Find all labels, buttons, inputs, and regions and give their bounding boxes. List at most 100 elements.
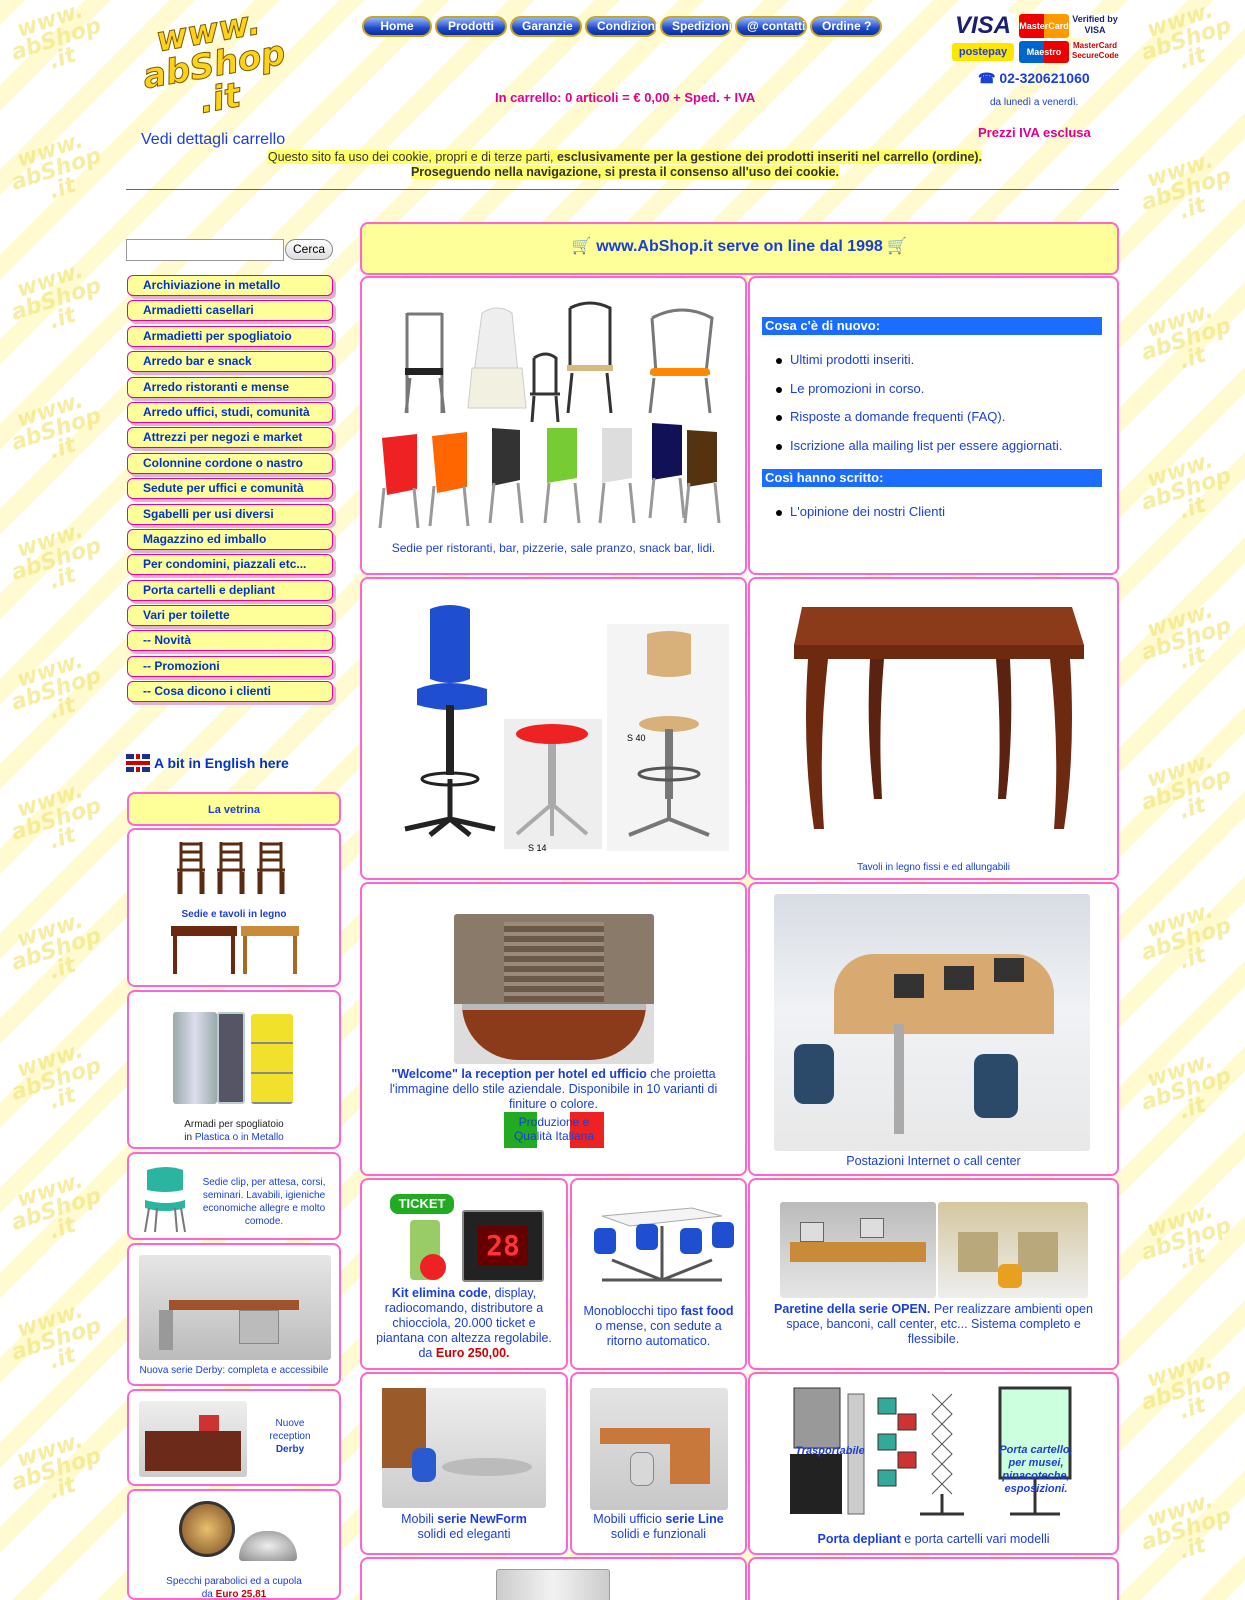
product-depliant-holders[interactable]: Trasportabile Porta cartello, per musei,…: [748, 1372, 1119, 1555]
nav-prodotti-button[interactable]: Prodotti: [435, 16, 507, 37]
locker-open-image: [217, 1012, 245, 1104]
nav-ordine-button[interactable]: Ordine ?: [810, 16, 882, 37]
cabinet-image: [496, 1569, 610, 1600]
cookie-consent-text: Proseguendo nella navigazione, si presta…: [410, 165, 840, 179]
background-watermark: www. abShop .it: [8, 1428, 105, 1505]
menu-item-toilette[interactable]: Vari per toilette: [127, 605, 333, 627]
cookie-text-bold: esclusivamente per la gestione dei prodo…: [556, 150, 983, 164]
product-stools[interactable]: S 40 S 14: [360, 577, 747, 880]
ticket-kit-description: Kit elimina code, display, radiocomando,…: [376, 1286, 552, 1360]
open-series-image-1: [780, 1202, 936, 1298]
cart-details-link[interactable]: Vedi dettagli carrello: [141, 131, 285, 149]
product-chairs[interactable]: Sedie per ristoranti, bar, pizzerie, sal…: [360, 276, 747, 575]
news-link-latest[interactable]: Ultimi prodotti inseriti.: [775, 352, 914, 367]
banner-text: 🛒 www.AbShop.it serve on line dal 1998 🛒: [362, 236, 1117, 258]
menu-item-arredo-bar[interactable]: Arredo bar e snack: [127, 351, 333, 373]
menu-item-condomini[interactable]: Per condomini, piazzali etc...: [127, 554, 333, 576]
newform-office-image: [382, 1388, 546, 1508]
menu-item-promozioni[interactable]: -- Promozioni: [127, 655, 333, 677]
menu-item-sgabelli[interactable]: Sgabelli per usi diversi: [127, 503, 333, 525]
welcome-description: "Welcome" la reception per hotel ed uffi…: [389, 1067, 718, 1111]
menu-item-novita[interactable]: -- Novità: [127, 630, 333, 652]
testimonials-link[interactable]: L'opinione dei nostri Clienti: [776, 504, 945, 519]
menu-item-colonnine[interactable]: Colonnine cordone o nastro: [127, 452, 333, 474]
background-watermark: www. abShop .it: [8, 1168, 105, 1245]
vetrina-reception[interactable]: Nuove reception Derby: [127, 1389, 341, 1486]
shopping-cart-icon: 🛒: [882, 238, 908, 255]
product-fast-food[interactable]: Monoblocchi tipo fast food o mense, con …: [570, 1178, 747, 1370]
fast-food-description: Monoblocchi tipo fast food o mense, con …: [583, 1304, 734, 1348]
parabolic-mirror-image: [179, 1501, 235, 1557]
background-watermark: www. abShop .it: [1138, 1348, 1235, 1425]
vetrina-lockers[interactable]: Armadi per spogliatoio in Plastica o in …: [127, 990, 341, 1149]
product-line-series[interactable]: Mobili ufficio serie Line solidi e funzio…: [570, 1372, 747, 1555]
vetrina-lockers-material: in Plastica o in Metallo: [184, 1132, 284, 1143]
call-center-image: [774, 894, 1090, 1151]
menu-item-clienti[interactable]: -- Cosa dicono i clienti: [127, 681, 333, 703]
news-panel: Cosa c'è di nuovo: Ultimi prodotti inser…: [748, 276, 1119, 575]
product-open-partitions[interactable]: Paretine della serie OPEN. Per realizzar…: [748, 1178, 1119, 1370]
depliant-description: Porta depliant e porta cartelli vari mod…: [817, 1532, 1050, 1546]
nav-garanzie-button[interactable]: Garanzie: [510, 16, 582, 37]
vetrina-derby[interactable]: Nuova serie Derby: completa e accessibil…: [127, 1243, 341, 1386]
search-input[interactable]: [126, 239, 284, 261]
phone-contact[interactable]: ☎ 02-320621060: [978, 70, 1090, 87]
open-series-image-2: [938, 1202, 1088, 1298]
line-series-description: Mobili ufficio serie Line solidi e funzio…: [593, 1512, 724, 1541]
background-watermark: www. abShop .it: [1138, 0, 1235, 75]
product-tables[interactable]: Tavoli in legno fissi e ed allungabili: [748, 577, 1119, 880]
stool-label-s14: S 14: [528, 843, 547, 853]
fast-food-table-image: [594, 1207, 734, 1282]
product-ticket-kit[interactable]: TICKET 28 Kit elimina code, display, rad…: [360, 1178, 568, 1370]
nav-home-button[interactable]: Home: [362, 16, 432, 37]
made-in-italy-badge: Produzione e Qualità Italiana: [504, 1112, 604, 1148]
vetrina-clip-chairs[interactable]: Sedie clip, per attesa, corsi, seminari.…: [127, 1152, 341, 1240]
menu-item-armadietti-spogliatoio[interactable]: Armadietti per spogliatoio: [127, 325, 333, 347]
payment-cards: VISA postepay MasterCard Maestro Verifie…: [950, 12, 1120, 64]
search-button[interactable]: Cerca: [285, 239, 333, 260]
background-watermark: www. abShop .it: [1138, 448, 1235, 525]
site-logo[interactable]: www. abShop .it: [131, 2, 298, 138]
menu-item-sedute-uffici[interactable]: Sedute per uffici e comunità: [127, 478, 333, 500]
product-welcome-reception[interactable]: "Welcome" la reception per hotel ed uffi…: [360, 882, 747, 1176]
nav-contatti-button[interactable]: @ contatti: [735, 16, 807, 37]
background-watermark: www. abShop .it: [8, 388, 105, 465]
news-link-promotions[interactable]: Le promozioni in corso.: [775, 381, 924, 396]
verified-by-visa-logo: Verified by VISA: [1072, 14, 1118, 38]
menu-item-magazzino[interactable]: Magazzino ed imballo: [127, 528, 333, 550]
background-watermark: www. abShop .it: [1138, 748, 1235, 825]
news-link-faq[interactable]: Risposte a domande frequenti (FAQ).: [775, 409, 1005, 424]
line-series-office-image: [590, 1388, 728, 1510]
product-next-right[interactable]: [748, 1557, 1119, 1600]
menu-item-archiviazione[interactable]: Archiviazione in metallo: [127, 275, 333, 296]
site-banner: 🛒 www.AbShop.it serve on line dal 1998 🛒: [360, 222, 1119, 275]
visa-logo: VISA: [950, 12, 1016, 40]
vetrina-mirrors[interactable]: Specchi parabolici ed a cupola da Euro 2…: [127, 1489, 341, 1600]
tables-caption: Tavoli in legno fissi e ed allungabili: [857, 862, 1010, 873]
background-watermark: www. abShop .it: [1138, 598, 1235, 675]
menu-item-armadietti-casellari[interactable]: Armadietti casellari: [127, 300, 333, 322]
background-watermark: www. abShop .it: [1138, 1488, 1235, 1565]
background-watermark: www. abShop .it: [8, 778, 105, 855]
vetrina-mirrors-caption: Specchi parabolici ed a cupola: [166, 1576, 302, 1587]
nav-spedizioni-button[interactable]: Spedizioni: [660, 16, 732, 37]
vetrina-reception-series: Derby: [275, 1444, 305, 1455]
news-link-mailing-list[interactable]: Iscrizione alla mailing list per essere …: [775, 438, 1062, 453]
background-watermark: www. abShop .it: [8, 648, 105, 725]
product-next-left[interactable]: [360, 1557, 747, 1600]
product-newform[interactable]: Mobili serie NewForm solidi ed eleganti: [360, 1372, 568, 1555]
clip-chair-image: [144, 1167, 186, 1233]
menu-item-porta-cartelli[interactable]: Porta cartelli e depliant: [127, 579, 333, 601]
menu-item-attrezzi-negozi[interactable]: Attrezzi per negozi e market: [127, 427, 333, 449]
background-watermark: www. abShop .it: [8, 128, 105, 205]
background-watermark: www. abShop .it: [8, 1298, 105, 1375]
background-watermark: www. abShop .it: [8, 518, 105, 595]
vetrina-wood-chairs[interactable]: Sedie e tavoli in legno: [127, 828, 341, 987]
prices-vat-note: Prezzi IVA esclusa: [978, 125, 1091, 140]
nav-condizioni-button[interactable]: Condizioni: [585, 16, 658, 37]
menu-item-arredo-uffici[interactable]: Arredo uffici, studi, comunità: [127, 401, 333, 423]
menu-item-arredo-ristoranti[interactable]: Arredo ristoranti e mense: [127, 376, 333, 398]
uk-flag-icon: [126, 754, 150, 772]
english-link[interactable]: A bit in English here: [126, 754, 289, 772]
product-call-center[interactable]: Postazioni Internet o call center: [748, 882, 1119, 1176]
